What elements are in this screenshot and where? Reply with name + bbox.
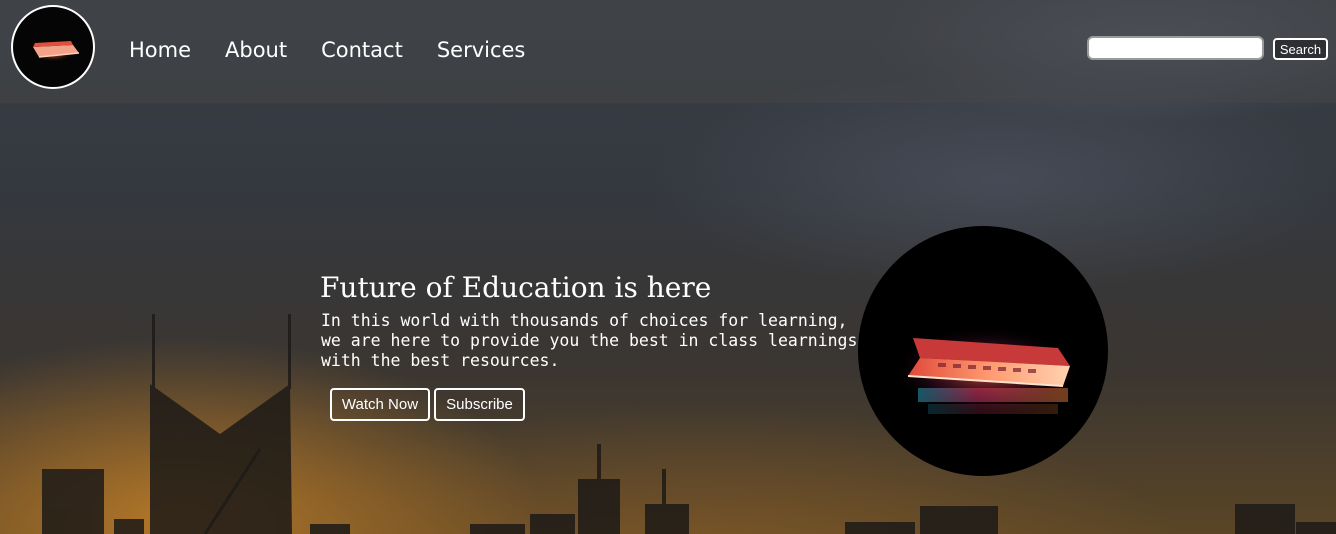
- search-input[interactable]: [1087, 36, 1264, 60]
- nav-link-contact[interactable]: Contact: [321, 36, 403, 64]
- hero-description: In this world with thousands of choices …: [321, 311, 858, 370]
- search-button[interactable]: Search: [1273, 38, 1328, 60]
- nav-link-home[interactable]: Home: [129, 36, 191, 64]
- open-laptop-icon: [891, 326, 1081, 416]
- laptop-logo-icon: [27, 41, 80, 63]
- page: Home About Contact Services Search Futur…: [0, 0, 1336, 534]
- hero-title: Future of Education is here: [320, 271, 712, 304]
- logo[interactable]: [11, 5, 95, 89]
- nav-links: Home About Contact Services: [129, 36, 525, 64]
- watch-now-button[interactable]: Watch Now: [330, 388, 430, 421]
- nav-link-services[interactable]: Services: [437, 36, 526, 64]
- nav-link-about[interactable]: About: [225, 36, 287, 64]
- subscribe-button[interactable]: Subscribe: [434, 388, 525, 421]
- hero-image: [858, 226, 1108, 476]
- navbar: Home About Contact Services Search: [0, 0, 1336, 103]
